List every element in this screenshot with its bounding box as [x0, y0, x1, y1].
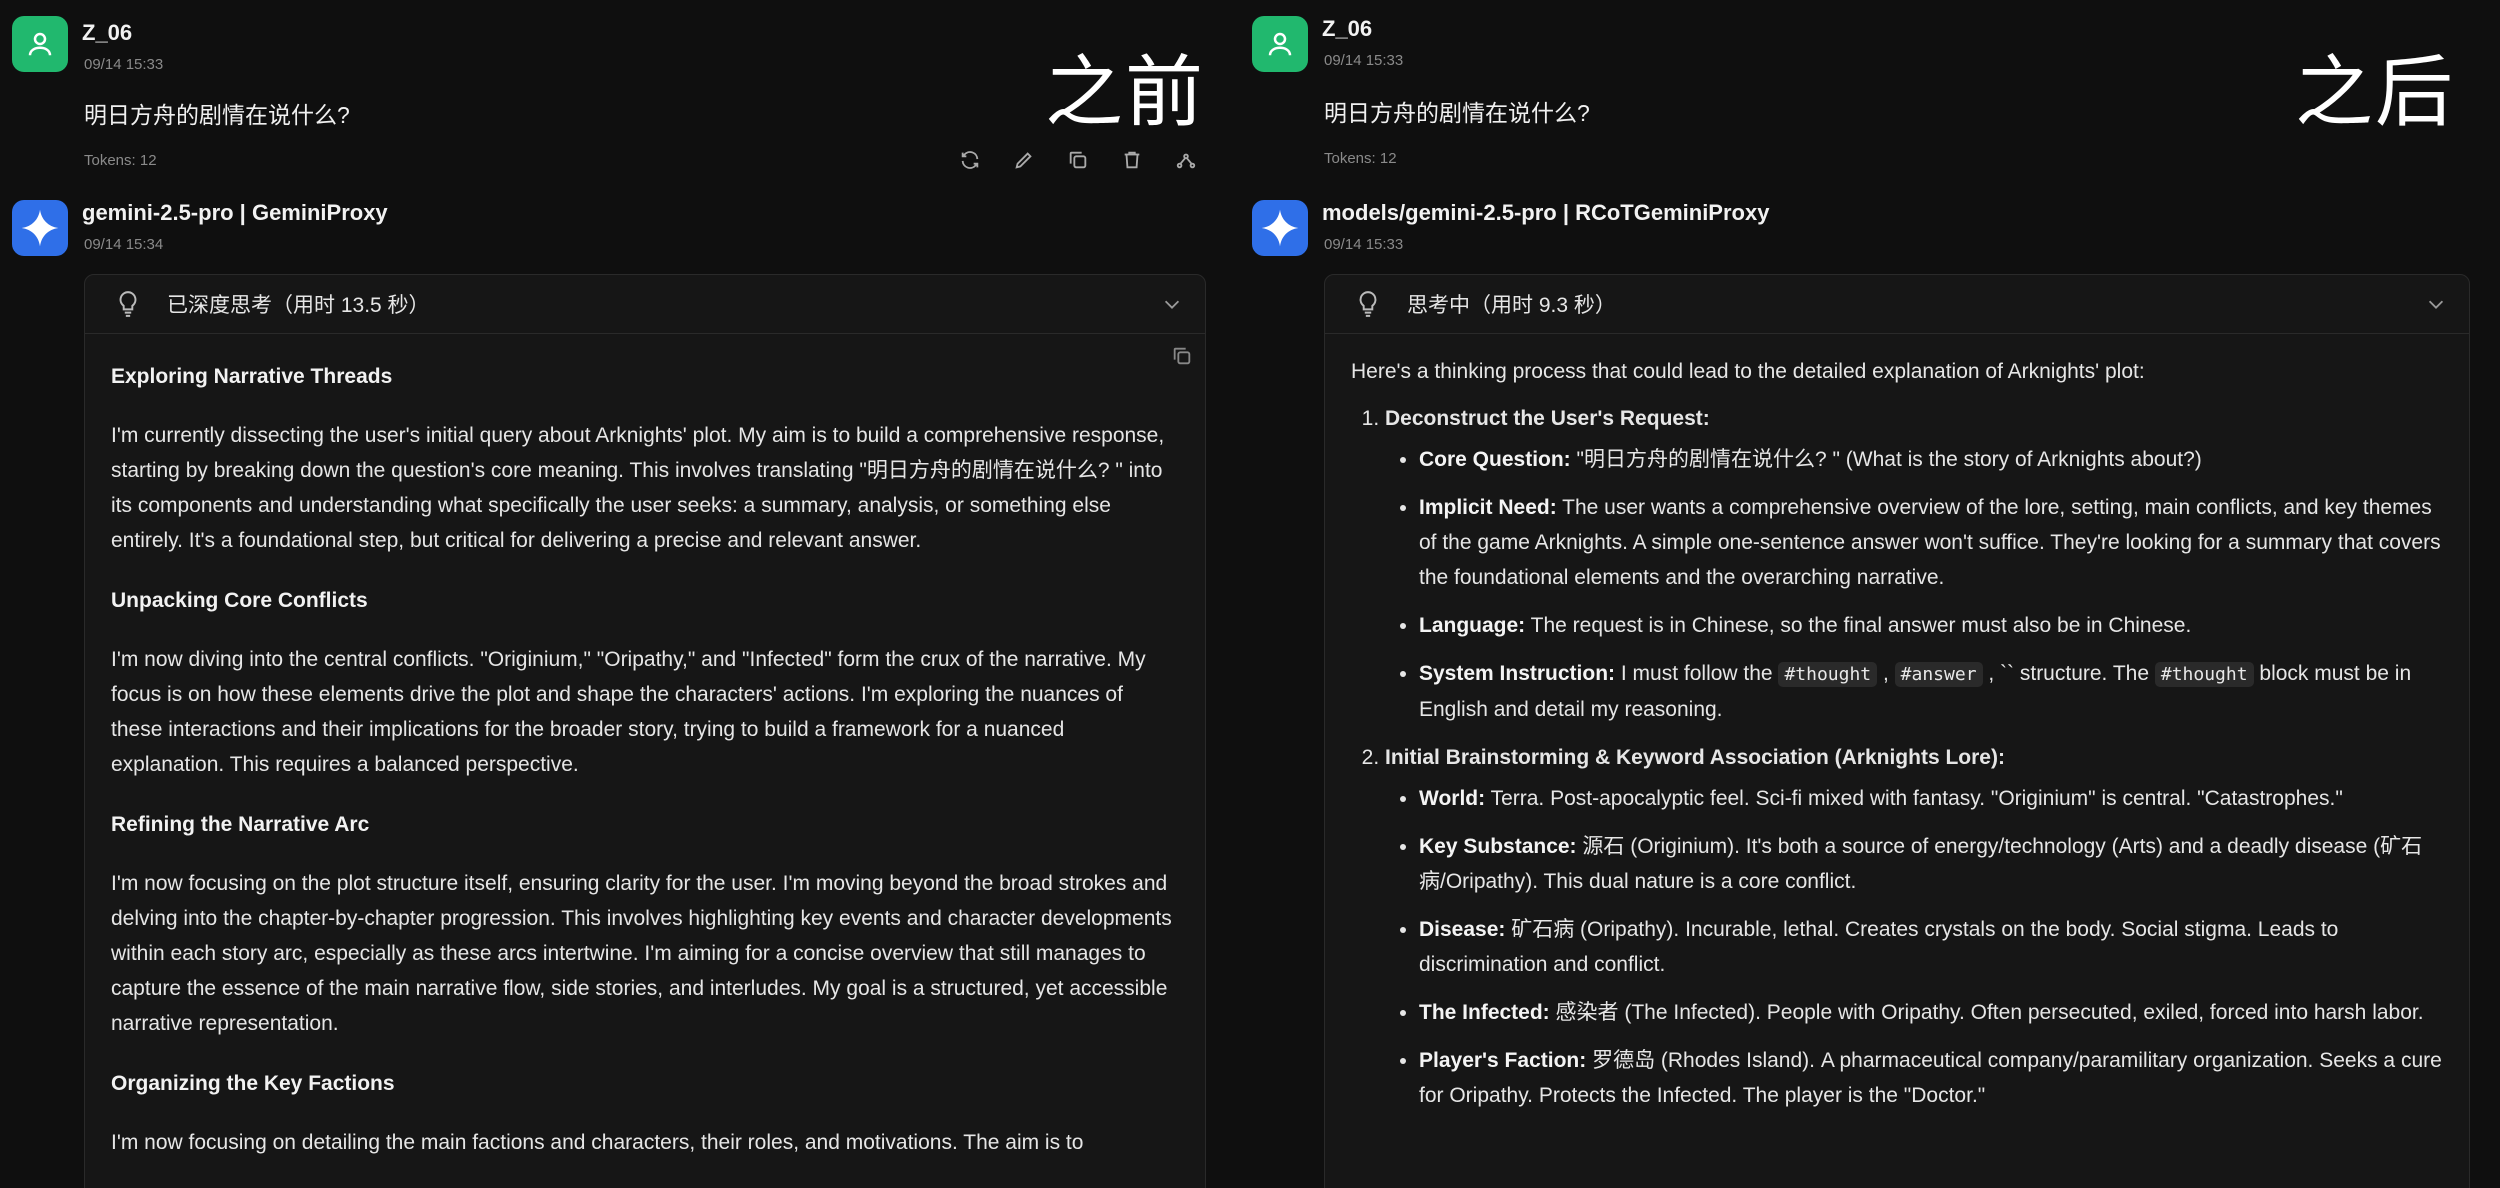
left-panel: Z_06 09/14 15:33 明日方舟的剧情在说什么? Tokens: 12… [0, 0, 1220, 1188]
bullet-key: Language: [1419, 614, 1526, 637]
token-count: Tokens: 12 [84, 152, 157, 169]
message-actions [958, 148, 1198, 172]
assistant-name: gemini-2.5-pro | GeminiProxy [82, 200, 388, 225]
assistant-timestamp: 09/14 15:34 [84, 236, 164, 253]
bullet-item: Key Substance: 源石 (Originium). It's both… [1419, 829, 2443, 899]
bullet-item: Language: The request is in Chinese, so … [1419, 608, 2443, 643]
bullet-text: "明日方舟的剧情在说什么? " (What is the story of Ar… [1570, 448, 2202, 471]
copy-icon[interactable] [1066, 148, 1090, 172]
user-timestamp: 09/14 15:33 [84, 56, 164, 73]
assistant-name: models/gemini-2.5-pro | RCoTGeminiProxy [1322, 200, 1770, 225]
token-count: Tokens: 12 [1324, 150, 1397, 167]
thought-body: Here's a thinking process that could lea… [1325, 334, 2469, 1113]
thought-title: 已深度思考（用时 13.5 秒） [167, 294, 430, 317]
bullet-text: The user wants a comprehensive overview … [1419, 496, 2441, 589]
intro-text: Here's a thinking process that could lea… [1351, 360, 2145, 383]
step-item: Deconstruct the User's Request: Core Que… [1385, 401, 2443, 727]
bullet-text: , `` structure. The [1982, 662, 2155, 685]
bullet-item: System Instruction: I must follow the #t… [1419, 656, 2443, 727]
bullet-text: Terra. Post-apocalyptic feel. Sci-fi mix… [1485, 787, 2343, 810]
section-heading: Organizing the Key Factions [111, 1072, 395, 1095]
section-text: I'm now focusing on the plot structure i… [111, 872, 1172, 1035]
branch-icon[interactable] [1174, 148, 1198, 172]
thought-title: 思考中（用时 9.3 秒） [1407, 294, 1616, 317]
step-item: Initial Brainstorming & Keyword Associat… [1385, 740, 2443, 1113]
bullet-list: Core Question: "明日方舟的剧情在说什么? " (What is … [1385, 442, 2443, 727]
lightbulb-icon [1355, 290, 1381, 318]
user-name: Z_06 [82, 20, 133, 45]
section-text: I'm currently dissecting the user's init… [111, 424, 1165, 552]
inline-code: #thought [1778, 662, 1878, 687]
inline-code: #answer [1894, 662, 1983, 687]
user-icon [28, 32, 52, 56]
user-question: 明日方舟的剧情在说什么? [84, 102, 350, 128]
bullet-item: Disease: 矿石病 (Oripathy). Incurable, leth… [1419, 912, 2443, 982]
user-name: Z_06 [1322, 16, 1373, 41]
bullet-key: The Infected: [1419, 1001, 1550, 1024]
assistant-avatar [1252, 200, 1308, 256]
lightbulb-icon [115, 290, 141, 318]
bullet-item: Implicit Need: The user wants a comprehe… [1419, 490, 2443, 595]
section-text: I'm now focusing on detailing the main f… [111, 1131, 1084, 1154]
thought-header[interactable]: 已深度思考（用时 13.5 秒） [85, 275, 1205, 334]
section-heading: Refining the Narrative Arc [111, 813, 370, 836]
bullet-key: System Instruction: [1419, 662, 1616, 685]
thought-header[interactable]: 思考中（用时 9.3 秒） [1325, 275, 2469, 334]
step-title: Deconstruct the User's Request: [1385, 407, 1710, 430]
user-avatar [12, 16, 68, 72]
section-text: I'm now diving into the central conflict… [111, 648, 1146, 776]
before-label: 之前 [1045, 48, 1206, 138]
thought-panel: 已深度思考（用时 13.5 秒） Exploring Narrative Thr… [84, 274, 1206, 1188]
right-panel: Z_06 09/14 15:33 明日方舟的剧情在说什么? Tokens: 12… [1240, 0, 2500, 1188]
bullet-key: Player's Faction: [1419, 1049, 1587, 1072]
bullet-item: World: Terra. Post-apocalyptic feel. Sci… [1419, 781, 2443, 816]
delete-icon[interactable] [1120, 148, 1144, 172]
bullet-key: World: [1419, 787, 1486, 810]
section-heading: Unpacking Core Conflicts [111, 589, 368, 612]
copy-thought-icon[interactable] [1171, 345, 1193, 372]
inline-code: #thought [2154, 662, 2254, 687]
regenerate-icon[interactable] [958, 148, 982, 172]
user-timestamp: 09/14 15:33 [1324, 52, 1404, 69]
gemini-star-icon [21, 209, 59, 247]
user-question: 明日方舟的剧情在说什么? [1324, 100, 1590, 126]
bullet-text: 矿石病 (Oripathy). Incurable, lethal. Creat… [1419, 918, 2339, 976]
bullet-item: The Infected: 感染者 (The Infected). People… [1419, 995, 2443, 1030]
bullet-key: Core Question: [1419, 448, 1571, 471]
bullet-list: World: Terra. Post-apocalyptic feel. Sci… [1385, 781, 2443, 1113]
thought-panel: 思考中（用时 9.3 秒） Here's a thinking process … [1324, 274, 2470, 1188]
section-heading: Exploring Narrative Threads [111, 365, 393, 388]
bullet-item: Core Question: "明日方舟的剧情在说什么? " (What is … [1419, 442, 2443, 477]
gemini-star-icon [1261, 209, 1299, 247]
thought-body: Exploring Narrative Threads I'm currentl… [85, 334, 1205, 1160]
bullet-item: Player's Faction: 罗德岛 (Rhodes Island). A… [1419, 1043, 2443, 1113]
assistant-avatar [12, 200, 68, 256]
bullet-text: , [1877, 662, 1895, 685]
bullet-key: Disease: [1419, 918, 1506, 941]
chevron-down-icon[interactable] [1161, 293, 1183, 321]
bullet-key: Key Substance: [1419, 835, 1577, 858]
chevron-down-icon[interactable] [2425, 293, 2447, 321]
user-icon [1268, 32, 1292, 56]
assistant-timestamp: 09/14 15:33 [1324, 236, 1404, 253]
step-title: Initial Brainstorming & Keyword Associat… [1385, 746, 2005, 769]
edit-icon[interactable] [1012, 148, 1036, 172]
bullet-text: The request is in Chinese, so the final … [1525, 614, 2192, 637]
bullet-key: Implicit Need: [1419, 496, 1557, 519]
bullet-text: 感染者 (The Infected). People with Oripathy… [1549, 1001, 2424, 1024]
step-list: Deconstruct the User's Request: Core Que… [1351, 401, 2443, 1113]
after-label: 之后 [2295, 48, 2456, 138]
user-avatar [1252, 16, 1308, 72]
bullet-text: I must follow the [1615, 662, 1779, 685]
